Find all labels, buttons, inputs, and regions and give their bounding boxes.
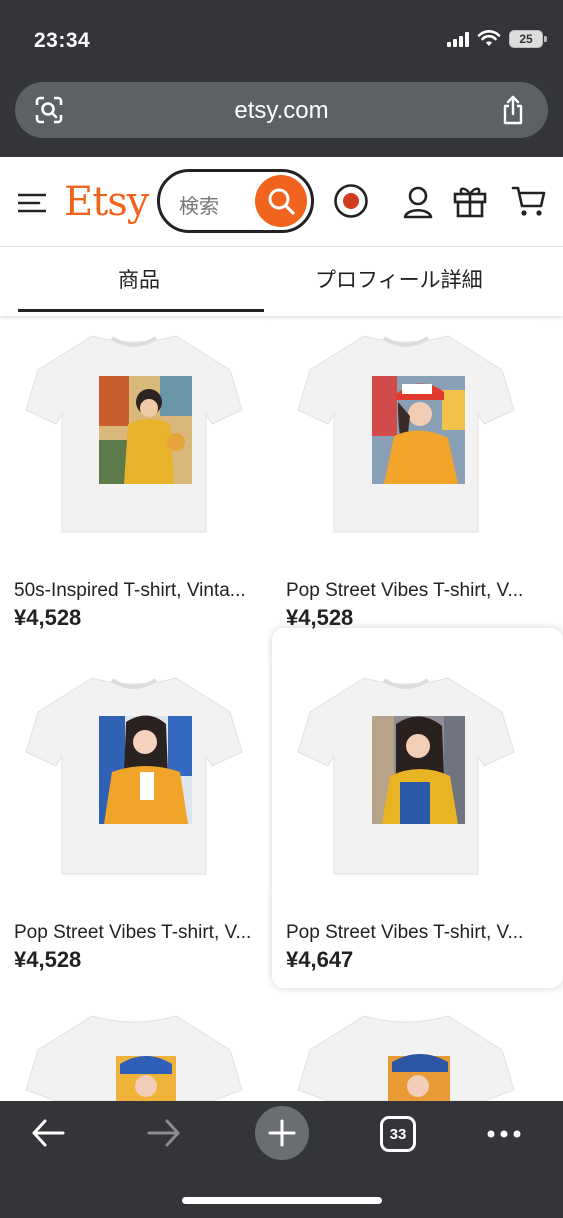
live-record-icon[interactable] [333,183,369,219]
cart-icon[interactable] [511,184,547,218]
more-options-icon[interactable] [486,1129,522,1139]
site-header: Etsy 検索 [0,157,563,247]
product-price: ¥4,647 [286,947,354,972]
wifi-icon [477,30,501,46]
address-bar[interactable]: etsy.com [15,82,548,138]
product-title[interactable]: Pop Street Vibes T-shirt, V... [286,580,546,602]
signal-icon [447,31,469,47]
url-text: etsy.com [234,97,329,124]
search-button[interactable] [255,175,307,227]
account-icon[interactable] [402,185,434,219]
back-arrow-icon[interactable] [30,1115,66,1151]
forward-arrow-icon [147,1119,180,1147]
product-image [0,662,268,892]
shop-tabs: 商品 プロフィール詳細 [0,248,563,316]
battery-level: 25 [519,32,533,46]
product-title[interactable]: 50s-Inspired T-shirt, Vinta... [14,580,274,602]
plus-icon [268,1119,296,1147]
search-icon [268,188,295,215]
product-price: ¥4,528 [14,605,82,630]
browser-bottom-toolbar: 33 [0,1101,563,1218]
status-time: 23:34 [34,29,91,52]
new-tab-button[interactable] [255,1106,309,1160]
browser-top-chrome: 23:34 25 etsy.com [0,0,563,157]
product-price: ¥4,528 [14,947,82,972]
product-image [272,320,540,550]
search-placeholder: 検索 [179,196,219,218]
gift-icon[interactable] [453,184,487,218]
product-image-partial [25,1015,243,1101]
tab-profile-details[interactable]: プロフィール詳細 [315,264,483,294]
tab-switcher-button[interactable]: 33 [380,1116,416,1152]
battery-icon: 25 [509,30,547,48]
product-price: ¥4,528 [286,605,354,630]
hamburger-menu-icon[interactable] [18,193,46,213]
status-icons: 25 [447,30,547,48]
product-image [272,662,540,892]
home-indicator[interactable] [182,1197,382,1204]
tab-products[interactable]: 商品 [118,264,160,294]
active-tab-indicator [18,309,264,312]
product-title[interactable]: Pop Street Vibes T-shirt, V... [14,922,274,944]
etsy-logo[interactable]: Etsy [64,179,149,225]
search-input[interactable]: 検索 [157,169,314,233]
share-icon[interactable] [500,95,526,125]
product-image [0,320,268,550]
product-title[interactable]: Pop Street Vibes T-shirt, V... [286,922,546,944]
product-image-partial [297,1015,515,1101]
